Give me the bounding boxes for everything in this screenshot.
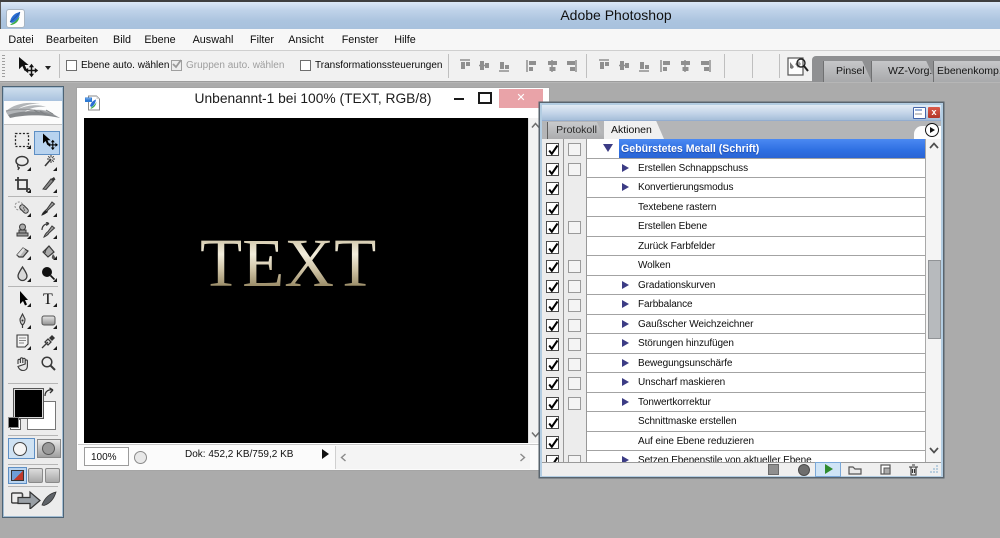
svg-text:T: T — [43, 291, 53, 307]
